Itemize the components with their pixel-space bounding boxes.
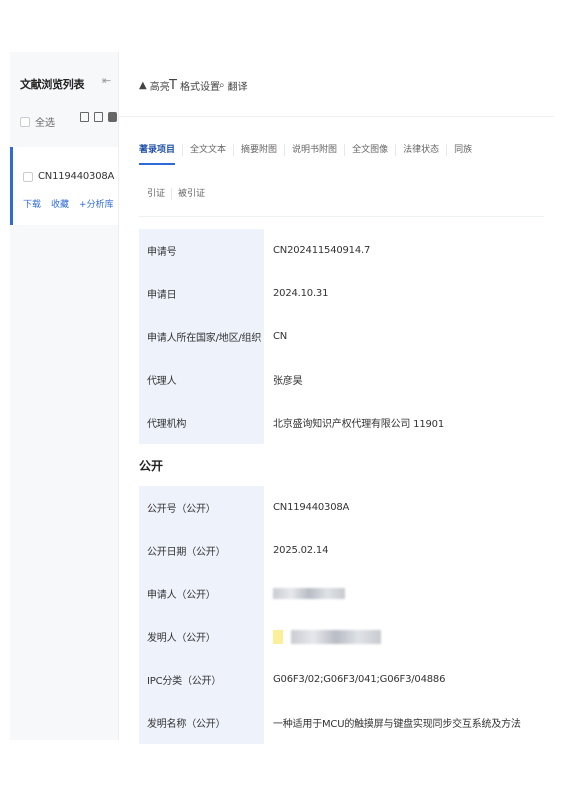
download-link[interactable]: 下载 xyxy=(23,197,41,210)
format-settings-button[interactable]: T 格式设置 xyxy=(169,78,220,93)
field-label: 代理机构 xyxy=(139,401,264,444)
field-label: 代理人 xyxy=(139,358,264,401)
redacted-applicant xyxy=(273,572,345,615)
field-value: CN119440308A xyxy=(273,502,350,513)
field-value: 一种适用于MCU的触摸屏与键盘实现同步交互系统及方法 xyxy=(273,719,521,730)
field-label: 申请人所在国家/地区/组织 xyxy=(139,315,264,358)
table-row: 公开日期（公开） 2025.02.14 xyxy=(139,529,544,572)
redacted-block xyxy=(291,629,381,644)
tab-bar: 著录项目 全文文本 摘要附图 说明书附图 全文图像 法律状态 同族 xyxy=(139,144,479,165)
select-all-checkbox[interactable]: 全选 xyxy=(20,114,55,129)
translate-icon: ⌕ xyxy=(219,80,225,91)
sidebar-tools xyxy=(80,112,117,122)
publication-table: 公开号（公开） CN119440308A 公开日期（公开） 2025.02.14… xyxy=(139,486,544,744)
field-value: 张彦昊 xyxy=(273,376,303,387)
tab-full-image[interactable]: 全文图像 xyxy=(345,144,397,156)
table-row: 代理人 张彦昊 xyxy=(139,358,544,401)
field-value: CN xyxy=(273,331,288,342)
field-label: IPC分类（公开） xyxy=(139,658,264,701)
toolbar: ▲ 高亮 T 格式设置 ⌕ 翻译 xyxy=(119,52,554,117)
document-list-sidebar: 文献浏览列表 ⇤ 全选 CN119440308A 下载 收藏 +分析库 xyxy=(10,52,119,740)
tab-description-figures[interactable]: 说明书附图 xyxy=(285,144,346,156)
select-all-label: 全选 xyxy=(35,118,55,129)
table-row: IPC分类（公开） G06F3/02;G06F3/041;G06F3/04886 xyxy=(139,658,544,701)
table-row: 发明人（公开） xyxy=(139,615,544,658)
field-label: 发明人（公开） xyxy=(139,615,264,658)
collapse-icon[interactable]: ⇤ xyxy=(102,74,111,87)
checkbox-icon xyxy=(20,116,30,127)
field-label: 发明名称（公开） xyxy=(139,701,264,744)
table-row: 申请人（公开） xyxy=(139,572,544,615)
field-value: CN202411540914.7 xyxy=(273,245,371,256)
translate-button[interactable]: ⌕ 翻译 xyxy=(219,78,248,93)
subtab-bar: 引证 被引证 xyxy=(147,188,211,200)
highlight-button[interactable]: ▲ 高亮 xyxy=(139,78,170,93)
redacted-inventor xyxy=(273,615,381,658)
field-label: 申请人（公开） xyxy=(139,572,264,615)
field-value: 北京盛询知识产权代理有限公司 11901 xyxy=(273,419,444,430)
highlight-icon: ▲ xyxy=(139,80,147,91)
table-row: 申请号 CN202411540914.7 xyxy=(139,229,544,272)
doc-checkbox[interactable]: CN119440308A xyxy=(23,171,114,182)
list-item[interactable]: CN119440308A 下载 收藏 +分析库 xyxy=(10,147,118,225)
tab-cited-by[interactable]: 被引证 xyxy=(172,188,211,200)
divider xyxy=(139,216,544,217)
tab-citations[interactable]: 引证 xyxy=(147,188,173,200)
document-icon[interactable] xyxy=(94,112,103,122)
tab-abstract-figure[interactable]: 摘要附图 xyxy=(234,144,286,156)
section-title: 公开 xyxy=(139,459,164,473)
highlight-mark xyxy=(273,629,283,644)
tab-bibliographic[interactable]: 著录项目 xyxy=(139,144,184,165)
favorite-link[interactable]: 收藏 xyxy=(51,197,69,210)
add-to-library-link[interactable]: +分析库 xyxy=(79,197,114,210)
export-icon[interactable] xyxy=(80,112,89,122)
document-detail: ▲ 高亮 T 格式设置 ⌕ 翻译 著录项目 全文文本 摘要附图 说明书附图 全文… xyxy=(119,52,554,744)
tab-full-text[interactable]: 全文文本 xyxy=(183,144,235,156)
field-label: 申请号 xyxy=(139,229,264,272)
tab-family[interactable]: 同族 xyxy=(447,144,479,156)
field-value: 2025.02.14 xyxy=(273,545,329,556)
doc-actions: 下载 收藏 +分析库 xyxy=(23,197,114,210)
field-value: 2024.10.31 xyxy=(273,288,329,299)
table-row: 代理机构 北京盛询知识产权代理有限公司 11901 xyxy=(139,401,544,444)
redacted-block xyxy=(273,588,345,599)
table-row: 申请日 2024.10.31 xyxy=(139,272,544,315)
table-row: 申请人所在国家/地区/组织 CN xyxy=(139,315,544,358)
tab-legal-status[interactable]: 法律状态 xyxy=(396,144,448,156)
field-label: 公开号（公开） xyxy=(139,486,264,529)
table-row: 公开号（公开） CN119440308A xyxy=(139,486,544,529)
field-value: G06F3/02;G06F3/041;G06F3/04886 xyxy=(273,674,446,685)
application-table: 申请号 CN202411540914.7 申请日 2024.10.31 申请人所… xyxy=(139,229,544,444)
field-label: 公开日期（公开） xyxy=(139,529,264,572)
doc-id-label: CN119440308A xyxy=(38,171,115,182)
format-settings-label: 格式设置 xyxy=(179,82,220,93)
table-row: 发明名称（公开） 一种适用于MCU的触摸屏与键盘实现同步交互系统及方法 xyxy=(139,701,544,744)
checkbox-icon xyxy=(23,171,33,182)
translate-label: 翻译 xyxy=(227,82,248,93)
app-window: 文献浏览列表 ⇤ 全选 CN119440308A 下载 收藏 +分析库 ▲ 高亮… xyxy=(10,52,554,744)
highlight-label: 高亮 xyxy=(149,82,170,93)
sidebar-title: 文献浏览列表 xyxy=(20,78,85,91)
text-format-icon: T xyxy=(169,78,177,93)
print-icon[interactable] xyxy=(108,112,117,122)
field-label: 申请日 xyxy=(139,272,264,315)
